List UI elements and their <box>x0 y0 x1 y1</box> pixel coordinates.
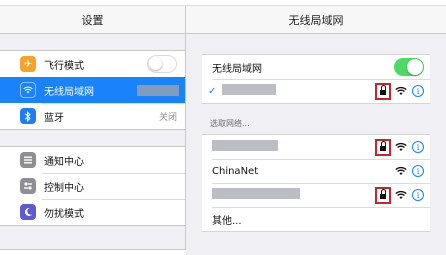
wifi-icon <box>20 82 36 98</box>
connected-network-row[interactable]: ✓ i <box>202 79 430 103</box>
sidebar-item-label: 无线局域网 <box>44 86 94 98</box>
lock-highlight-box <box>375 186 391 204</box>
bluetooth-status: 关闭 <box>158 112 177 123</box>
airplane-icon: ✈ <box>20 56 36 72</box>
network-name-wrap <box>222 84 375 98</box>
sidebar-item-do-not-disturb[interactable]: 勿扰模式 <box>0 199 185 225</box>
other-network-label: 其他... <box>212 215 242 227</box>
bluetooth-icon <box>20 108 36 124</box>
sidebar-group-connectivity: ✈ 飞行模式 无线局域网 蓝牙 关闭 <box>0 50 185 130</box>
redacted-network-name <box>137 84 179 96</box>
sidebar-item-bluetooth[interactable]: 蓝牙 关闭 <box>0 103 185 129</box>
page-title: 无线局域网 <box>186 6 446 34</box>
info-icon[interactable]: i <box>412 189 424 201</box>
redacted-network-name <box>212 188 300 199</box>
network-row[interactable]: ChinaNet i <box>202 159 430 183</box>
lock-highlight-box <box>375 82 391 100</box>
wifi-toggle-label: 无线局域网 <box>212 63 262 75</box>
redacted-network-name <box>212 140 278 151</box>
sidebar-item-label: 蓝牙 <box>44 112 64 124</box>
sidebar-item-control-center[interactable]: 控制中心 <box>0 173 185 199</box>
sidebar-title: 设置 <box>0 6 185 34</box>
sidebar-item-airplane-mode[interactable]: ✈ 飞行模式 <box>0 51 185 77</box>
info-icon[interactable]: i <box>412 165 424 177</box>
control-center-icon <box>20 178 36 194</box>
network-name-wrap <box>212 140 375 154</box>
network-name: ChinaNet <box>212 165 259 177</box>
checkmark-icon: ✓ <box>208 85 217 97</box>
sidebar-item-label: 控制中心 <box>44 182 84 194</box>
wifi-signal-icon <box>395 166 407 175</box>
sidebar-bottom-edge <box>0 249 186 255</box>
info-icon[interactable]: i <box>412 85 424 97</box>
wifi-toggle[interactable] <box>394 58 424 76</box>
network-list: i ChinaNet i i 其他... <box>202 134 430 232</box>
sidebar-item-label: 勿扰模式 <box>44 208 84 220</box>
sidebar-group-system: 通知中心 控制中心 勿扰模式 <box>0 146 185 226</box>
lock-icon <box>380 141 386 151</box>
choose-network-title: 选取网络... <box>210 119 250 128</box>
other-network-row[interactable]: 其他... <box>202 207 430 231</box>
wifi-signal-icon <box>395 142 407 151</box>
wifi-detail-panel: 无线局域网 无线局域网 ✓ i 选取网络... i ChinaNet i i 其… <box>186 6 446 255</box>
settings-sidebar: 设置 ✈ 飞行模式 无线局域网 蓝牙 关闭 通知中心 控制中心 勿扰模式 <box>0 6 186 255</box>
wifi-toggle-row: 无线局域网 <box>202 55 430 79</box>
sidebar-item-wifi[interactable]: 无线局域网 <box>0 77 185 103</box>
network-row[interactable]: i <box>202 183 430 207</box>
redacted-network-name <box>222 84 276 95</box>
wifi-signal-icon <box>395 190 407 199</box>
wifi-signal-icon <box>395 86 407 95</box>
network-row[interactable]: i <box>202 135 430 159</box>
airplane-mode-toggle[interactable] <box>147 55 177 73</box>
sidebar-item-notification-center[interactable]: 通知中心 <box>0 147 185 173</box>
network-name-wrap <box>212 188 375 202</box>
lock-icon <box>380 85 386 95</box>
sidebar-item-label: 飞行模式 <box>44 60 84 72</box>
notification-center-icon <box>20 152 36 168</box>
lock-icon <box>380 189 386 199</box>
moon-icon <box>20 204 36 220</box>
sidebar-item-label: 通知中心 <box>44 156 84 168</box>
wifi-status-group: 无线局域网 ✓ i <box>202 54 430 104</box>
lock-highlight-box <box>375 138 391 156</box>
info-icon[interactable]: i <box>412 141 424 153</box>
